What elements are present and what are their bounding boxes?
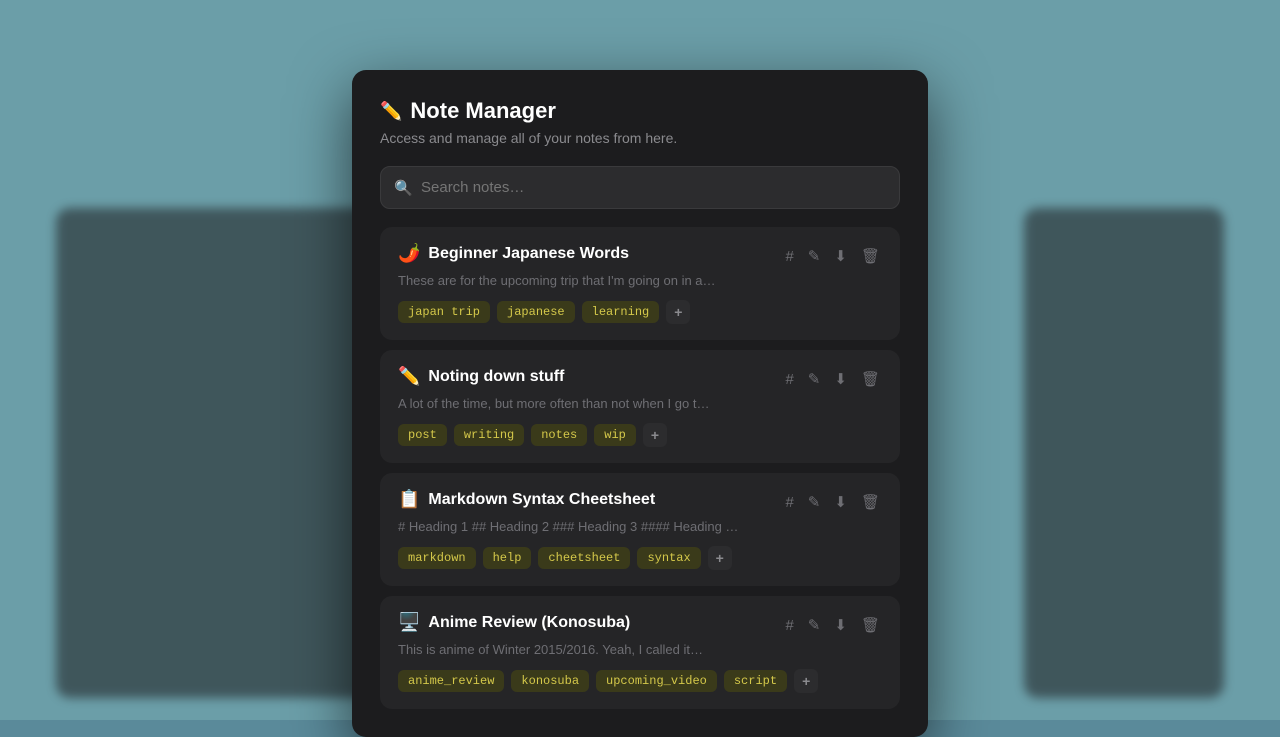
note-header: 📋 Markdown Syntax Cheetsheet # ✎ ⬇ 🗑 <box>398 489 882 513</box>
edit-button[interactable]: ✎ <box>806 491 823 513</box>
note-title: Beginner Japanese Words <box>428 245 629 263</box>
download-button[interactable]: ⬇ <box>832 245 849 267</box>
note-preview: A lot of the time, but more often than n… <box>398 396 878 411</box>
note-header: 🌶️ Beginner Japanese Words # ✎ ⬇ 🗑 <box>398 243 882 267</box>
tag[interactable]: konosuba <box>511 670 589 692</box>
note-emoji: 🖥️ <box>398 612 420 633</box>
download-button[interactable]: ⬇ <box>832 491 849 513</box>
search-input[interactable] <box>380 166 900 209</box>
edit-button[interactable]: ✎ <box>806 368 823 390</box>
add-tag-button[interactable]: + <box>643 423 667 447</box>
search-icon: 🔍 <box>394 179 413 197</box>
note-title: Markdown Syntax Cheetsheet <box>428 491 655 509</box>
note-manager-modal: ✏️ Note Manager Access and manage all of… <box>352 70 928 737</box>
note-actions: # ✎ ⬇ 🗑 <box>783 245 882 267</box>
note-title-row: 📋 Markdown Syntax Cheetsheet <box>398 489 655 510</box>
add-tag-button[interactable]: + <box>794 669 818 693</box>
bg-panel-right <box>1024 208 1224 698</box>
tag[interactable]: help <box>483 547 532 569</box>
note-tags: japan trip japanese learning + <box>398 300 882 324</box>
note-actions: # ✎ ⬇ 🗑 <box>783 491 882 513</box>
app-subtitle: Access and manage all of your notes from… <box>380 130 900 146</box>
tag[interactable]: cheetsheet <box>538 547 630 569</box>
search-container: 🔍 <box>380 166 900 209</box>
note-title: Anime Review (Konosuba) <box>428 614 630 632</box>
note-actions: # ✎ ⬇ 🗑 <box>783 368 882 390</box>
tag[interactable]: post <box>398 424 447 446</box>
delete-button[interactable]: 🗑 <box>859 368 882 390</box>
tag[interactable]: syntax <box>637 547 700 569</box>
note-title-row: 🌶️ Beginner Japanese Words <box>398 243 629 264</box>
delete-button[interactable]: 🗑 <box>859 245 882 267</box>
note-emoji: 📋 <box>398 489 420 510</box>
tag[interactable]: script <box>724 670 787 692</box>
edit-button[interactable]: ✎ <box>806 614 823 636</box>
note-header: 🖥️ Anime Review (Konosuba) # ✎ ⬇ 🗑 <box>398 612 882 636</box>
tag[interactable]: writing <box>454 424 524 446</box>
edit-button[interactable]: ✎ <box>806 245 823 267</box>
note-emoji: 🌶️ <box>398 243 420 264</box>
tag[interactable]: wip <box>594 424 636 446</box>
note-tags: markdown help cheetsheet syntax + <box>398 546 882 570</box>
note-card-0: 🌶️ Beginner Japanese Words # ✎ ⬇ 🗑 These… <box>380 227 900 340</box>
note-card-2: 📋 Markdown Syntax Cheetsheet # ✎ ⬇ 🗑 # H… <box>380 473 900 586</box>
tag[interactable]: notes <box>531 424 587 446</box>
tag-action-button[interactable]: # <box>783 369 795 390</box>
note-card-1: ✏️ Noting down stuff # ✎ ⬇ 🗑 A lot of th… <box>380 350 900 463</box>
note-preview: This is anime of Winter 2015/2016. Yeah,… <box>398 642 878 657</box>
note-preview: These are for the upcoming trip that I'm… <box>398 273 878 288</box>
tag[interactable]: upcoming_video <box>596 670 717 692</box>
note-tags: anime_review konosuba upcoming_video script… <box>398 669 882 693</box>
tag-action-button[interactable]: # <box>783 246 795 267</box>
download-button[interactable]: ⬇ <box>832 614 849 636</box>
delete-button[interactable]: 🗑 <box>859 491 882 513</box>
note-emoji: ✏️ <box>398 366 420 387</box>
add-tag-button[interactable]: + <box>666 300 690 324</box>
note-tags: post writing notes wip + <box>398 423 882 447</box>
modal-header: ✏️ Note Manager Access and manage all of… <box>380 98 900 146</box>
tag[interactable]: learning <box>582 301 660 323</box>
tag[interactable]: markdown <box>398 547 476 569</box>
note-actions: # ✎ ⬇ 🗑 <box>783 614 882 636</box>
note-title: Noting down stuff <box>428 368 564 386</box>
tag[interactable]: japanese <box>497 301 575 323</box>
title-icon: ✏️ <box>380 101 402 122</box>
note-title-row: 🖥️ Anime Review (Konosuba) <box>398 612 630 633</box>
tag-action-button[interactable]: # <box>783 492 795 513</box>
tag[interactable]: japan trip <box>398 301 490 323</box>
title-row: ✏️ Note Manager <box>380 98 900 124</box>
note-header: ✏️ Noting down stuff # ✎ ⬇ 🗑 <box>398 366 882 390</box>
tag-action-button[interactable]: # <box>783 615 795 636</box>
app-title: Note Manager <box>410 98 555 124</box>
add-tag-button[interactable]: + <box>708 546 732 570</box>
note-preview: # Heading 1 ## Heading 2 ### Heading 3 #… <box>398 519 878 534</box>
note-card-3: 🖥️ Anime Review (Konosuba) # ✎ ⬇ 🗑 This … <box>380 596 900 709</box>
note-title-row: ✏️ Noting down stuff <box>398 366 564 387</box>
tag[interactable]: anime_review <box>398 670 504 692</box>
notes-list: 🌶️ Beginner Japanese Words # ✎ ⬇ 🗑 These… <box>380 227 900 709</box>
delete-button[interactable]: 🗑 <box>859 614 882 636</box>
download-button[interactable]: ⬇ <box>832 368 849 390</box>
